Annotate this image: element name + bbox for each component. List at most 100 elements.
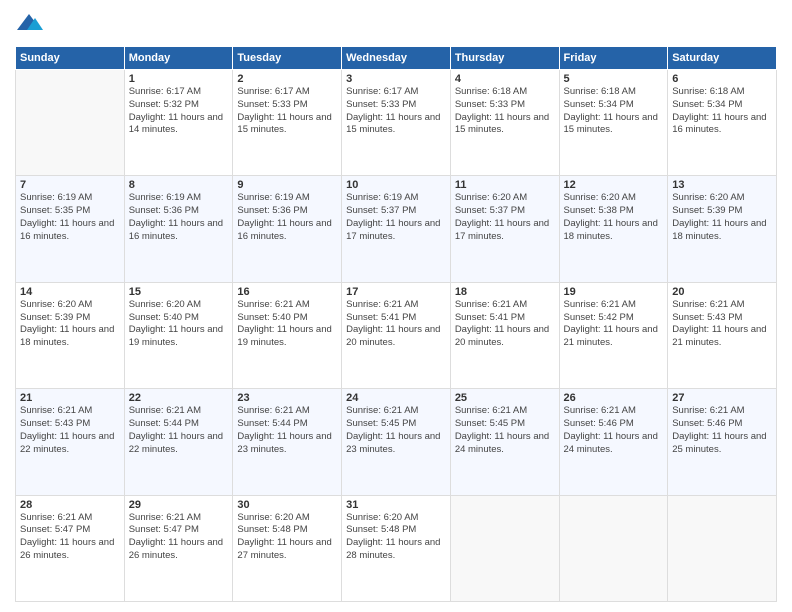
day-number: 19 (564, 286, 664, 298)
day-number: 26 (564, 392, 664, 404)
day-info: Sunrise: 6:21 AMSunset: 5:42 PMDaylight:… (564, 299, 664, 350)
calendar-header-row: SundayMondayTuesdayWednesdayThursdayFrid… (16, 47, 777, 70)
day-number: 27 (672, 392, 772, 404)
day-info: Sunrise: 6:19 AMSunset: 5:37 PMDaylight:… (346, 192, 446, 243)
calendar-cell: 8Sunrise: 6:19 AMSunset: 5:36 PMDaylight… (124, 176, 233, 282)
calendar-cell: 28Sunrise: 6:21 AMSunset: 5:47 PMDayligh… (16, 495, 125, 601)
calendar-cell: 7Sunrise: 6:19 AMSunset: 5:35 PMDaylight… (16, 176, 125, 282)
header (15, 10, 777, 38)
day-number: 6 (672, 73, 772, 85)
day-info: Sunrise: 6:17 AMSunset: 5:33 PMDaylight:… (237, 86, 337, 137)
calendar-day-header: Wednesday (342, 47, 451, 70)
calendar-cell: 13Sunrise: 6:20 AMSunset: 5:39 PMDayligh… (668, 176, 777, 282)
day-info: Sunrise: 6:21 AMSunset: 5:46 PMDaylight:… (672, 405, 772, 456)
day-info: Sunrise: 6:19 AMSunset: 5:36 PMDaylight:… (129, 192, 229, 243)
calendar-cell: 22Sunrise: 6:21 AMSunset: 5:44 PMDayligh… (124, 389, 233, 495)
calendar-cell: 19Sunrise: 6:21 AMSunset: 5:42 PMDayligh… (559, 282, 668, 388)
day-info: Sunrise: 6:21 AMSunset: 5:47 PMDaylight:… (129, 512, 229, 563)
day-number: 17 (346, 286, 446, 298)
day-info: Sunrise: 6:17 AMSunset: 5:32 PMDaylight:… (129, 86, 229, 137)
calendar-cell: 31Sunrise: 6:20 AMSunset: 5:48 PMDayligh… (342, 495, 451, 601)
calendar-cell: 24Sunrise: 6:21 AMSunset: 5:45 PMDayligh… (342, 389, 451, 495)
calendar-cell (450, 495, 559, 601)
day-info: Sunrise: 6:19 AMSunset: 5:36 PMDaylight:… (237, 192, 337, 243)
calendar-cell: 10Sunrise: 6:19 AMSunset: 5:37 PMDayligh… (342, 176, 451, 282)
calendar-cell: 3Sunrise: 6:17 AMSunset: 5:33 PMDaylight… (342, 70, 451, 176)
day-info: Sunrise: 6:21 AMSunset: 5:44 PMDaylight:… (237, 405, 337, 456)
day-info: Sunrise: 6:20 AMSunset: 5:40 PMDaylight:… (129, 299, 229, 350)
day-number: 28 (20, 499, 120, 511)
calendar-cell (668, 495, 777, 601)
calendar-cell: 6Sunrise: 6:18 AMSunset: 5:34 PMDaylight… (668, 70, 777, 176)
calendar-cell: 4Sunrise: 6:18 AMSunset: 5:33 PMDaylight… (450, 70, 559, 176)
calendar-week-row: 28Sunrise: 6:21 AMSunset: 5:47 PMDayligh… (16, 495, 777, 601)
calendar-cell: 9Sunrise: 6:19 AMSunset: 5:36 PMDaylight… (233, 176, 342, 282)
logo (15, 10, 47, 38)
calendar-cell: 15Sunrise: 6:20 AMSunset: 5:40 PMDayligh… (124, 282, 233, 388)
day-number: 2 (237, 73, 337, 85)
calendar-cell: 18Sunrise: 6:21 AMSunset: 5:41 PMDayligh… (450, 282, 559, 388)
day-info: Sunrise: 6:21 AMSunset: 5:41 PMDaylight:… (346, 299, 446, 350)
day-info: Sunrise: 6:20 AMSunset: 5:37 PMDaylight:… (455, 192, 555, 243)
calendar-cell: 17Sunrise: 6:21 AMSunset: 5:41 PMDayligh… (342, 282, 451, 388)
logo-icon (15, 10, 43, 38)
day-info: Sunrise: 6:18 AMSunset: 5:33 PMDaylight:… (455, 86, 555, 137)
calendar-cell: 2Sunrise: 6:17 AMSunset: 5:33 PMDaylight… (233, 70, 342, 176)
day-info: Sunrise: 6:21 AMSunset: 5:41 PMDaylight:… (455, 299, 555, 350)
day-number: 18 (455, 286, 555, 298)
day-number: 3 (346, 73, 446, 85)
calendar-week-row: 14Sunrise: 6:20 AMSunset: 5:39 PMDayligh… (16, 282, 777, 388)
day-info: Sunrise: 6:20 AMSunset: 5:39 PMDaylight:… (20, 299, 120, 350)
calendar-body: 1Sunrise: 6:17 AMSunset: 5:32 PMDaylight… (16, 70, 777, 602)
day-number: 21 (20, 392, 120, 404)
calendar-cell: 1Sunrise: 6:17 AMSunset: 5:32 PMDaylight… (124, 70, 233, 176)
day-number: 13 (672, 179, 772, 191)
calendar-day-header: Tuesday (233, 47, 342, 70)
calendar-day-header: Thursday (450, 47, 559, 70)
calendar-cell: 21Sunrise: 6:21 AMSunset: 5:43 PMDayligh… (16, 389, 125, 495)
calendar-cell: 20Sunrise: 6:21 AMSunset: 5:43 PMDayligh… (668, 282, 777, 388)
calendar-cell: 30Sunrise: 6:20 AMSunset: 5:48 PMDayligh… (233, 495, 342, 601)
day-number: 16 (237, 286, 337, 298)
day-number: 29 (129, 499, 229, 511)
calendar-cell: 14Sunrise: 6:20 AMSunset: 5:39 PMDayligh… (16, 282, 125, 388)
day-number: 5 (564, 73, 664, 85)
day-info: Sunrise: 6:21 AMSunset: 5:45 PMDaylight:… (346, 405, 446, 456)
calendar-cell: 23Sunrise: 6:21 AMSunset: 5:44 PMDayligh… (233, 389, 342, 495)
calendar-cell: 27Sunrise: 6:21 AMSunset: 5:46 PMDayligh… (668, 389, 777, 495)
calendar-week-row: 21Sunrise: 6:21 AMSunset: 5:43 PMDayligh… (16, 389, 777, 495)
page: SundayMondayTuesdayWednesdayThursdayFrid… (0, 0, 792, 612)
day-number: 25 (455, 392, 555, 404)
day-info: Sunrise: 6:21 AMSunset: 5:43 PMDaylight:… (20, 405, 120, 456)
day-info: Sunrise: 6:21 AMSunset: 5:47 PMDaylight:… (20, 512, 120, 563)
day-number: 22 (129, 392, 229, 404)
day-info: Sunrise: 6:20 AMSunset: 5:38 PMDaylight:… (564, 192, 664, 243)
day-number: 1 (129, 73, 229, 85)
day-info: Sunrise: 6:18 AMSunset: 5:34 PMDaylight:… (672, 86, 772, 137)
calendar-table: SundayMondayTuesdayWednesdayThursdayFrid… (15, 46, 777, 602)
calendar-day-header: Friday (559, 47, 668, 70)
calendar-week-row: 7Sunrise: 6:19 AMSunset: 5:35 PMDaylight… (16, 176, 777, 282)
day-number: 24 (346, 392, 446, 404)
day-number: 30 (237, 499, 337, 511)
calendar-cell (16, 70, 125, 176)
day-number: 8 (129, 179, 229, 191)
calendar-cell: 5Sunrise: 6:18 AMSunset: 5:34 PMDaylight… (559, 70, 668, 176)
day-info: Sunrise: 6:20 AMSunset: 5:48 PMDaylight:… (346, 512, 446, 563)
calendar-cell: 12Sunrise: 6:20 AMSunset: 5:38 PMDayligh… (559, 176, 668, 282)
day-number: 23 (237, 392, 337, 404)
day-info: Sunrise: 6:20 AMSunset: 5:39 PMDaylight:… (672, 192, 772, 243)
day-number: 4 (455, 73, 555, 85)
calendar-cell: 26Sunrise: 6:21 AMSunset: 5:46 PMDayligh… (559, 389, 668, 495)
day-number: 10 (346, 179, 446, 191)
day-number: 15 (129, 286, 229, 298)
calendar-cell: 25Sunrise: 6:21 AMSunset: 5:45 PMDayligh… (450, 389, 559, 495)
day-info: Sunrise: 6:18 AMSunset: 5:34 PMDaylight:… (564, 86, 664, 137)
day-number: 14 (20, 286, 120, 298)
day-number: 9 (237, 179, 337, 191)
calendar-day-header: Saturday (668, 47, 777, 70)
day-number: 20 (672, 286, 772, 298)
day-number: 12 (564, 179, 664, 191)
day-info: Sunrise: 6:21 AMSunset: 5:46 PMDaylight:… (564, 405, 664, 456)
day-number: 11 (455, 179, 555, 191)
